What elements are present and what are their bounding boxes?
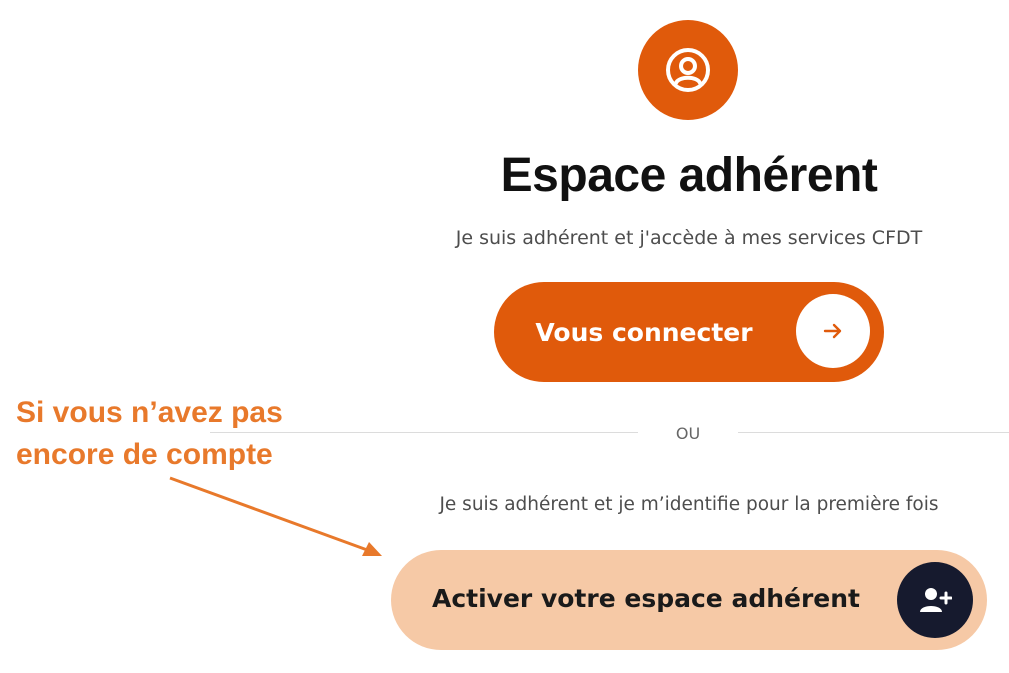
page: Espace adhérent Je suis adhérent et j'ac… bbox=[0, 0, 1009, 673]
page-title: Espace adhérent bbox=[500, 149, 878, 202]
page-subtitle: Je suis adhérent et j'accède à mes servi… bbox=[455, 227, 923, 249]
arrow-right-icon bbox=[796, 294, 870, 368]
activate-account-button-label: Activer votre espace adhérent bbox=[431, 584, 860, 613]
activate-account-button[interactable]: Activer votre espace adhérent bbox=[391, 550, 987, 650]
add-user-icon bbox=[897, 562, 973, 638]
annotation-text: Si vous n’avez pas encore de compte bbox=[16, 392, 316, 476]
login-button-label: Vous connecter bbox=[535, 317, 753, 347]
divider-line-right bbox=[738, 432, 1009, 433]
divider-label: OU bbox=[675, 424, 701, 443]
activation-subtitle: Je suis adhérent et je m’identifie pour … bbox=[439, 494, 939, 515]
login-button[interactable]: Vous connecter bbox=[494, 282, 884, 382]
user-avatar-icon bbox=[638, 20, 738, 120]
annotation-line-1: Si vous n’avez pas bbox=[16, 396, 283, 429]
annotation-line-2: encore de compte bbox=[16, 438, 273, 471]
